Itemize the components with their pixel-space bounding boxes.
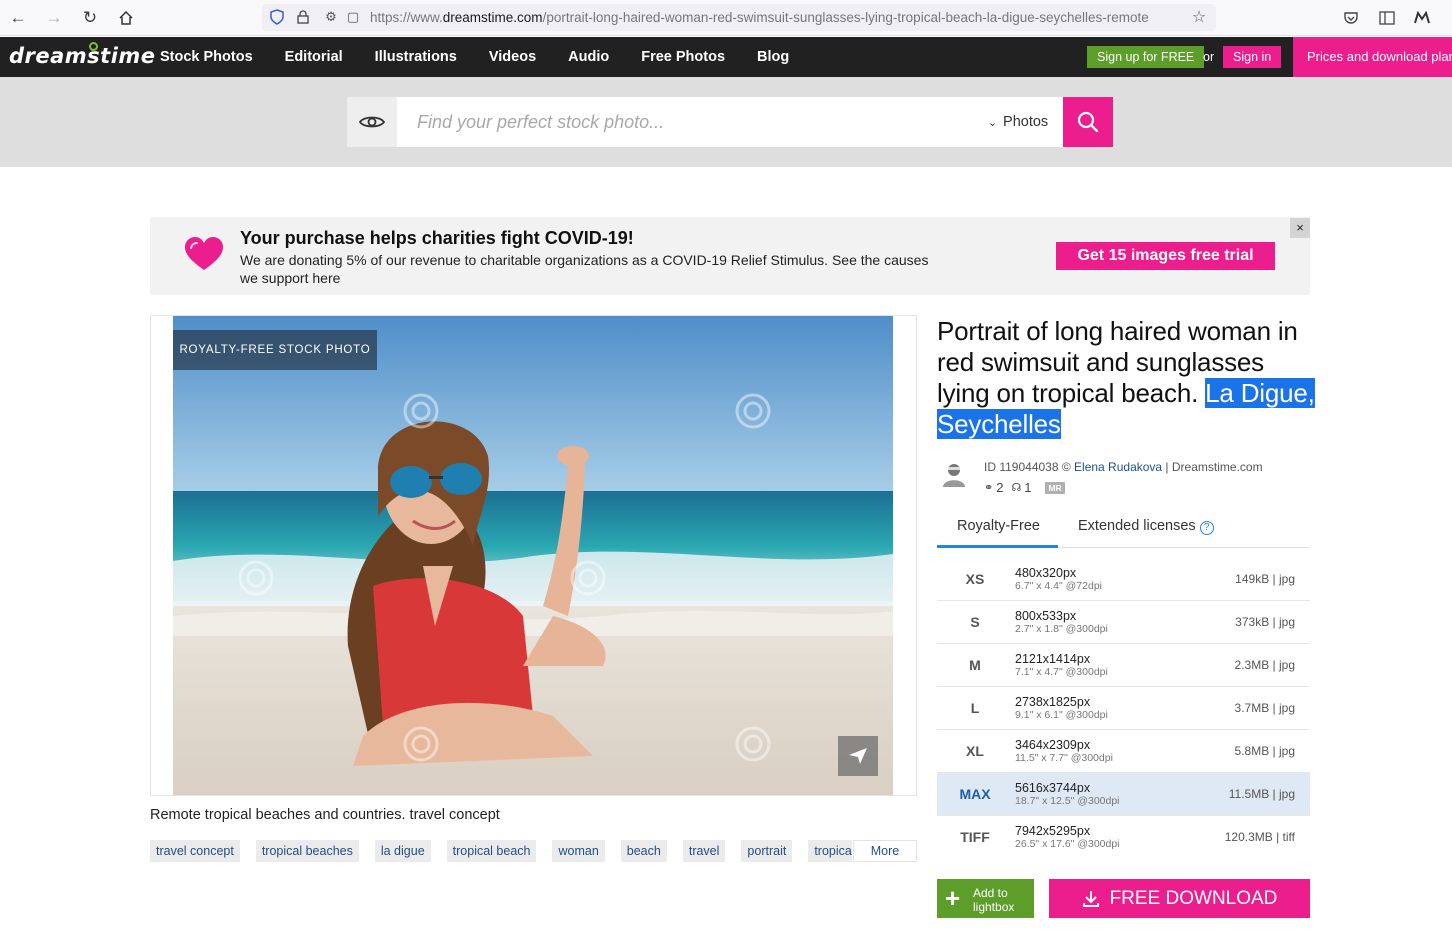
home-icon[interactable]	[114, 6, 138, 30]
nav-videos[interactable]: Videos	[489, 37, 536, 77]
tab-extended-licenses[interactable]: Extended licenses?	[1078, 518, 1214, 535]
tag-item[interactable]: tropical	[808, 840, 852, 862]
share-button[interactable]	[838, 736, 878, 776]
add-to-lightbox-button[interactable]: + Add to lightbox	[937, 879, 1034, 918]
nav-blog[interactable]: Blog	[757, 37, 789, 77]
tag-item[interactable]: la digue	[374, 840, 431, 862]
image-caption: Remote tropical beaches and countries. t…	[150, 807, 500, 823]
tag-item[interactable]: tropical beach	[446, 840, 537, 862]
permissions-icon[interactable]: ⚙	[322, 8, 340, 26]
image-title: Portrait of long haired woman in red swi…	[937, 316, 1315, 439]
search-type-label: Photos	[1003, 114, 1049, 130]
close-icon[interactable]: ×	[1290, 218, 1310, 238]
people-icon: ⚭	[984, 482, 994, 494]
size-option-tiff[interactable]: TIFF 7942x5295px 26.5" x 17.6" @300dpi 1…	[937, 816, 1310, 859]
nav-free-photos[interactable]: Free Photos	[641, 37, 725, 77]
help-icon[interactable]: ?	[1199, 521, 1214, 535]
size-option-xl[interactable]: XL 3464x2309px 11.5" x 7.7" @300dpi 5.8M…	[937, 730, 1310, 773]
nav-audio[interactable]: Audio	[568, 37, 609, 77]
dreamstime-logo[interactable]: dreamstime	[9, 42, 156, 68]
tab-royalty-free[interactable]: Royalty-Free	[957, 518, 1040, 534]
banner-title: Your purchase helps charities fight COVI…	[240, 228, 634, 248]
main-nav: Stock Photos Editorial Illustrations Vid…	[160, 37, 821, 77]
size-list: XS 480x320px 6.7" x 4.4" @72dpi 149kB | …	[937, 558, 1310, 859]
send-icon	[849, 748, 867, 764]
tag-item[interactable]: travel	[682, 840, 726, 862]
download-icon	[1082, 890, 1099, 907]
tracking-shield-icon[interactable]	[268, 8, 286, 26]
active-tab-indicator	[937, 545, 1058, 548]
nav-stock-photos[interactable]: Stock Photos	[160, 37, 253, 77]
or-label: or	[1203, 50, 1215, 64]
stock-photo[interactable]	[173, 316, 893, 795]
search-button[interactable]	[1063, 97, 1113, 147]
pocket-icon[interactable]	[1340, 7, 1362, 29]
tag-list: travel concept tropical beaches la digue…	[150, 840, 852, 862]
nav-editorial[interactable]: Editorial	[285, 37, 343, 77]
avatar[interactable]	[941, 461, 967, 489]
camera-blocked-icon[interactable]: ▢	[344, 8, 362, 26]
free-trial-button[interactable]: Get 15 images free trial	[1056, 242, 1275, 270]
author-link[interactable]: Elena Rudakova	[1074, 460, 1162, 474]
tag-item[interactable]: portrait	[741, 840, 793, 862]
release-icon: ☊	[1011, 482, 1022, 494]
size-option-s[interactable]: S 800x533px 2.7" x 1.8" @300dpi 373kB | …	[937, 601, 1310, 644]
reload-icon[interactable]: ↻	[78, 6, 102, 30]
size-option-l[interactable]: L 2738x1825px 9.1" x 6.1" @300dpi 3.7MB …	[937, 687, 1310, 730]
tag-item[interactable]: woman	[552, 840, 605, 862]
more-tags-button[interactable]: More	[853, 840, 917, 862]
address-bar[interactable]: ⚙ ▢ https://www.dreamstime.com/portrait-…	[262, 4, 1216, 31]
size-option-m[interactable]: M 2121x1414px 7.1" x 4.7" @300dpi 2.3MB …	[937, 644, 1310, 687]
tag-item[interactable]: beach	[620, 840, 667, 862]
model-release-badge: MR	[1045, 481, 1065, 494]
bookmark-star-icon[interactable]: ☆	[1190, 8, 1208, 26]
signin-button[interactable]: Sign in	[1223, 46, 1282, 68]
sidebar-icon[interactable]	[1376, 7, 1398, 29]
banner-text[interactable]: We are donating 5% of our revenue to cha…	[240, 251, 930, 287]
size-option-max[interactable]: MAX 5616x3744px 18.7" x 12.5" @300dpi 11…	[937, 773, 1310, 816]
nav-illustrations[interactable]: Illustrations	[375, 37, 457, 77]
heart-icon	[183, 236, 225, 277]
prices-button[interactable]: Prices and download plans	[1293, 37, 1452, 77]
tag-item[interactable]: tropical beaches	[255, 840, 359, 862]
tag-item[interactable]: travel concept	[150, 840, 240, 862]
license-tabs: Royalty-Free Extended licenses?	[937, 510, 1310, 548]
search-input[interactable]	[397, 97, 973, 147]
signup-button[interactable]: Sign up for FREE	[1087, 46, 1205, 68]
lock-icon[interactable]	[294, 8, 312, 26]
search-icon	[1077, 111, 1099, 133]
release-info: ⚭ 2 ☊ 1 MR	[984, 480, 1073, 495]
visual-search-icon[interactable]	[347, 97, 397, 147]
search-type-select[interactable]: ⌄ Photos	[973, 97, 1063, 147]
free-download-button[interactable]: FREE DOWNLOAD	[1049, 879, 1310, 918]
logo-swirl-icon	[89, 42, 98, 51]
browser-toolbar: ← → ↻ ⚙ ▢ https://www.dreamstime.com/por…	[0, 0, 1452, 36]
chevron-down-icon: ⌄	[987, 116, 998, 129]
plus-icon: +	[945, 883, 961, 913]
url-text: https://www.dreamstime.com/portrait-long…	[370, 10, 1149, 25]
forward-arrow-icon[interactable]: →	[42, 6, 66, 30]
royalty-free-badge: ROYALTY-FREE STOCK PHOTO	[173, 330, 377, 370]
back-arrow-icon[interactable]: ←	[6, 6, 30, 30]
image-id-line: ID 119044038 © Elena Rudakova | Dreamsti…	[984, 460, 1263, 474]
extension-icon[interactable]	[1411, 7, 1433, 29]
size-option-xs[interactable]: XS 480x320px 6.7" x 4.4" @72dpi 149kB | …	[937, 558, 1310, 601]
